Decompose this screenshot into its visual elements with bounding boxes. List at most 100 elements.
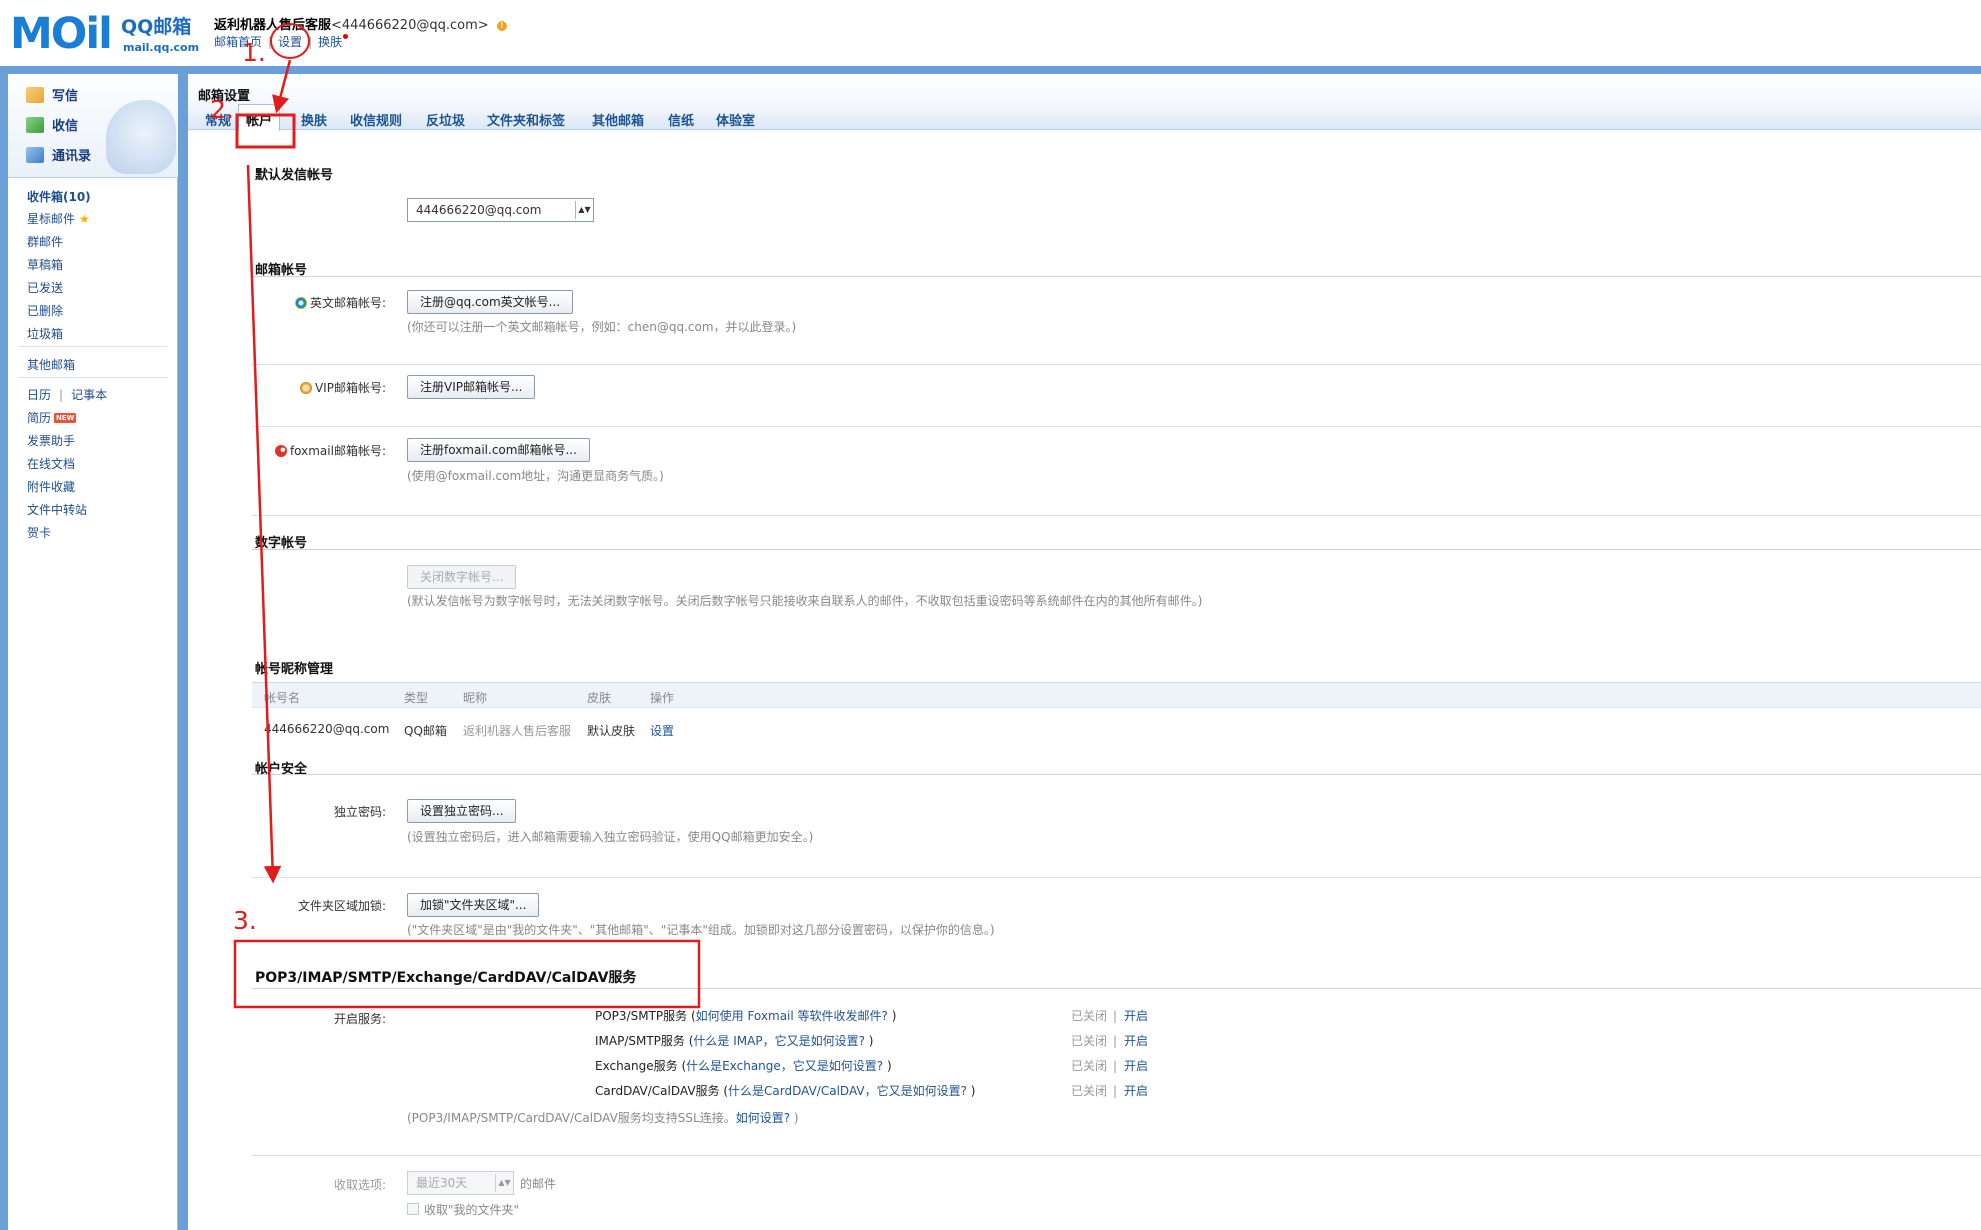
imap-service-status: 已关闭 | xyxy=(1071,1032,1123,1049)
enable-exchange-link[interactable]: 开启 xyxy=(1124,1057,1148,1074)
english-account-label: 英文邮箱帐号: xyxy=(188,294,386,311)
file-transfer-link[interactable]: 文件中转站 xyxy=(27,501,87,518)
online-docs-link[interactable]: 在线文档 xyxy=(27,455,75,472)
folder-group[interactable]: 群邮件 xyxy=(27,233,63,250)
foxmail-account-label: foxmail邮箱帐号: xyxy=(188,442,386,459)
section-nickname-management: 帐号昵称管理 xyxy=(255,662,334,677)
user-email: <444666220@qq.com> xyxy=(331,18,489,33)
enable-pop3-link[interactable]: 开启 xyxy=(1124,1007,1148,1024)
folder-sent[interactable]: 已发送 xyxy=(27,279,63,296)
new-badge: NEW xyxy=(54,413,77,423)
cell-account-name: 444666220@qq.com xyxy=(264,722,390,736)
tab-anti-spam[interactable]: 反垃圾 xyxy=(426,110,465,129)
tab-stationery[interactable]: 信纸 xyxy=(668,110,694,129)
folder-inbox[interactable]: 收件箱(10) xyxy=(27,188,91,205)
fetch-range-select[interactable]: 最近30天 ▲▼ xyxy=(407,1171,514,1195)
close-digital-account-button[interactable]: 关闭数字帐号... xyxy=(407,565,517,589)
exchange-help-link[interactable]: 什么是Exchange，它又是如何设置? xyxy=(686,1059,883,1073)
paren-close: ) xyxy=(790,1111,799,1125)
imap-smtp-service: IMAP/SMTP服务 (什么是 IMAP，它又是如何设置? ) xyxy=(595,1032,873,1049)
attachment-favorites-link[interactable]: 附件收藏 xyxy=(27,478,75,495)
compose-label: 写信 xyxy=(52,89,79,104)
english-account-hint: (你还可以注册一个英文邮箱帐号，例如：chen@qq.com，并以此登录。) xyxy=(407,320,797,334)
row-divider xyxy=(252,364,1981,365)
row-divider xyxy=(252,426,1981,427)
notebook-link[interactable]: 记事本 xyxy=(71,388,107,402)
invoice-assistant-link[interactable]: 发票助手 xyxy=(27,432,75,449)
foxmail-account-hint: (使用@foxmail.com地址，沟通更显商务气质。) xyxy=(407,469,664,483)
nickname-settings-link[interactable]: 设置 xyxy=(650,722,674,739)
new-dot-icon xyxy=(343,34,349,39)
imap-help-link[interactable]: 什么是 IMAP，它又是如何设置? xyxy=(693,1034,865,1048)
skin-link[interactable]: 换肤 xyxy=(318,35,342,49)
star-icon: ★ xyxy=(79,212,90,226)
set-independent-password-button[interactable]: 设置独立密码... xyxy=(407,799,517,823)
link-separator: | xyxy=(268,35,273,49)
section-divider xyxy=(252,549,1981,550)
foxmail-icon xyxy=(274,445,287,457)
pop3-help-link[interactable]: 如何使用 Foxmail 等软件收发邮件? xyxy=(696,1009,888,1023)
register-english-account-button[interactable]: 注册@qq.com英文帐号... xyxy=(407,290,574,314)
tab-receive-rules[interactable]: 收信规则 xyxy=(350,110,402,129)
paren-close: ) xyxy=(966,1084,976,1098)
carddav-service-name: CardDAV/CalDAV服务 xyxy=(595,1084,720,1098)
tab-folders-labels[interactable]: 文件夹和标签 xyxy=(487,110,565,129)
qq-mail-logo[interactable]: MOil QQ邮箱 mail.qq.com xyxy=(10,9,199,59)
calendar-link[interactable]: 日历 xyxy=(27,388,51,402)
settings-link[interactable]: 设置 xyxy=(278,35,302,49)
link-separator: | xyxy=(308,35,313,49)
ssl-hint: (POP3/IMAP/SMTP/CardDAV/CalDAV服务均支持SSL连接… xyxy=(407,1109,799,1126)
pop3-smtp-service: POP3/SMTP服务 (如何使用 Foxmail 等软件收发邮件? ) xyxy=(595,1007,896,1024)
calendar-notebook-row: 日历 | 记事本 xyxy=(27,386,107,403)
compose-button[interactable]: 写信 xyxy=(26,85,78,105)
carddav-caldav-service: CardDAV/CalDAV服务 (什么是CardDAV/CalDAV，它又是如… xyxy=(595,1082,975,1099)
warning-icon[interactable]: ! xyxy=(496,21,507,31)
status-separator: | xyxy=(1113,1034,1118,1048)
carddav-help-link[interactable]: 什么是CardDAV/CalDAV，它又是如何设置? xyxy=(728,1084,967,1098)
exchange-service-status: 已关闭 | xyxy=(1071,1057,1123,1074)
register-foxmail-account-button[interactable]: 注册foxmail.com邮箱帐号... xyxy=(407,438,590,462)
fetch-my-folders-checkbox[interactable] xyxy=(407,1203,419,1215)
paren-close: ) xyxy=(883,1059,892,1073)
lock-folder-area-button[interactable]: 加锁"文件夹区域"... xyxy=(407,893,540,917)
status-text: 已关闭 xyxy=(1071,1084,1108,1098)
step-2-label: 2. xyxy=(210,95,234,124)
receive-label: 收信 xyxy=(52,119,79,134)
ssl-help-link[interactable]: 如何设置? xyxy=(736,1111,790,1125)
folder-deleted[interactable]: 已删除 xyxy=(27,302,63,319)
default-sender-select[interactable]: 444666220@qq.com ▲▼ xyxy=(407,198,594,222)
folder-lock-label: 文件夹区域加锁: xyxy=(297,899,386,913)
section-divider xyxy=(252,774,1981,775)
folder-starred[interactable]: 星标邮件 ★ xyxy=(27,210,90,227)
logo-mail-text: MOil xyxy=(10,9,113,59)
independent-password-label: 独立密码: xyxy=(333,805,386,819)
folder-drafts[interactable]: 草稿箱 xyxy=(27,256,63,273)
section-divider xyxy=(252,988,1981,989)
enable-carddav-link[interactable]: 开启 xyxy=(1124,1082,1148,1099)
enable-imap-link[interactable]: 开启 xyxy=(1124,1032,1148,1049)
tab-skin[interactable]: 换肤 xyxy=(301,110,327,129)
tab-other-mailboxes[interactable]: 其他邮箱 xyxy=(592,110,644,129)
inbox-receive-button[interactable]: 收信 xyxy=(26,115,78,135)
select-arrow-icon: ▲▼ xyxy=(495,1174,513,1192)
vip-account-icon xyxy=(299,382,312,394)
logo-url-text: mail.qq.com xyxy=(123,41,200,54)
quick-actions: 写信 收信 通讯录 xyxy=(8,74,178,178)
register-vip-account-button[interactable]: 注册VIP邮箱帐号... xyxy=(407,375,536,399)
greeting-cards-link[interactable]: 贺卡 xyxy=(27,524,51,541)
contacts-label: 通讯录 xyxy=(52,149,92,164)
folder-spam[interactable]: 垃圾箱 xyxy=(27,325,63,342)
contacts-button[interactable]: 通讯录 xyxy=(26,145,91,165)
row-divider xyxy=(252,515,1981,516)
step-1-label: 1. xyxy=(242,38,266,67)
tab-lab[interactable]: 体验室 xyxy=(716,110,755,129)
sidebar: 写信 收信 通讯录 收件箱(10) 星标邮件 ★ 群邮件 草稿箱 已发送 已删除 … xyxy=(8,74,178,1230)
tab-account[interactable]: 帐户 xyxy=(238,104,281,131)
penguin-mascot-icon xyxy=(106,100,176,174)
column-type: 类型 xyxy=(404,691,429,705)
row-divider xyxy=(252,877,1981,878)
exchange-service-name: Exchange服务 xyxy=(595,1059,678,1073)
pop3-service-status: 已关闭 | xyxy=(1071,1007,1123,1024)
resume-link[interactable]: 简历 NEW xyxy=(27,409,77,426)
other-mail-link[interactable]: 其他邮箱 xyxy=(27,356,75,373)
